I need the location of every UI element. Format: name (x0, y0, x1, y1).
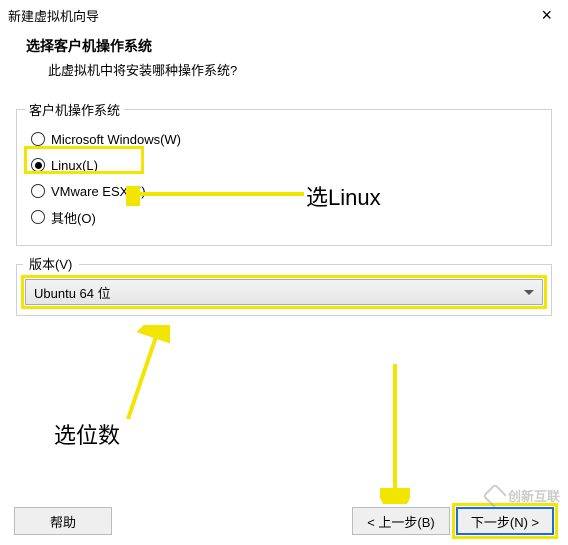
radio-icon (31, 132, 45, 146)
page-title: 选择客户机操作系统 (26, 36, 536, 56)
next-button[interactable]: 下一步(N) > (456, 507, 554, 535)
watermark-icon (482, 483, 507, 508)
arrow-bits (110, 325, 170, 425)
radio-linux[interactable]: Linux(L) (31, 153, 541, 177)
radio-icon (31, 210, 45, 224)
version-groupbox: 版本(V) Ubuntu 64 位 (16, 264, 552, 316)
watermark-text: 创新互联 (508, 486, 560, 505)
radio-label: VMware ESX(X) (51, 184, 146, 199)
radio-icon (31, 158, 45, 172)
radio-label: Linux(L) (51, 158, 98, 173)
radio-vmware-esx[interactable]: VMware ESX(X) (31, 179, 541, 203)
watermark-small: ····· (418, 517, 436, 529)
window-title: 新建虚拟机向导 (8, 6, 99, 25)
chevron-down-icon (524, 290, 534, 295)
arrow-next (380, 362, 410, 504)
radio-label: 其他(O) (51, 208, 96, 227)
watermark: 创新互联 (486, 486, 560, 505)
close-icon[interactable]: × (535, 6, 558, 24)
dropdown-selected-value: Ubuntu 64 位 (34, 283, 111, 302)
help-button[interactable]: 帮助 (14, 507, 112, 535)
radio-windows[interactable]: Microsoft Windows(W) (31, 127, 541, 151)
radio-label: Microsoft Windows(W) (51, 132, 181, 147)
annotation-bits: 选位数 (54, 418, 120, 450)
radio-other[interactable]: 其他(O) (31, 205, 541, 229)
os-group-legend: 客户机操作系统 (25, 100, 124, 119)
radio-icon (31, 184, 45, 198)
os-groupbox: 客户机操作系统 Microsoft Windows(W) Linux(L) VM… (16, 109, 552, 246)
version-group-legend: 版本(V) (25, 254, 76, 273)
version-dropdown[interactable]: Ubuntu 64 位 (25, 279, 543, 305)
page-subtitle: 此虚拟机中将安装哪种操作系统? (26, 60, 536, 79)
